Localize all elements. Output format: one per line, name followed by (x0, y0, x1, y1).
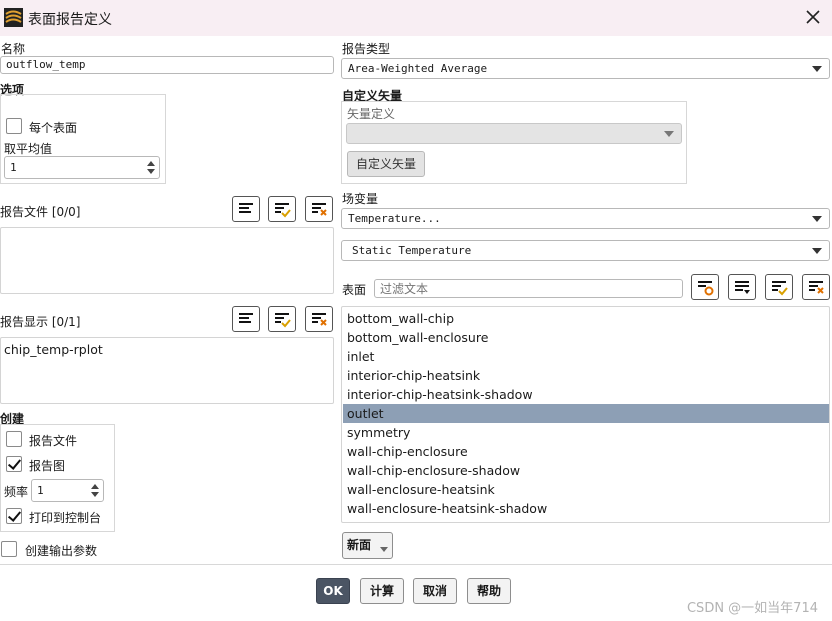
chevron-down-icon (664, 131, 674, 137)
list-item[interactable]: symmetry (343, 423, 829, 442)
report-plots-list[interactable]: chip_temp-rplot (0, 337, 334, 404)
select-all-icon (275, 203, 291, 218)
compute-button[interactable]: 计算 (360, 578, 404, 604)
surface-list[interactable]: bottom_wall-chip bottom_wall-enclosure inl… (341, 306, 830, 523)
average-over-label: 取平均值 (4, 142, 53, 156)
spin-down-icon[interactable] (147, 169, 155, 174)
report-type-value: Area-Weighted Average (348, 62, 488, 75)
list-dropdown-icon (735, 281, 750, 294)
new-surface-button[interactable]: 新面 (342, 532, 393, 559)
report-plots-list-button[interactable] (232, 306, 260, 332)
frequency-value: 1 (37, 484, 44, 497)
deselect-all-icon (312, 203, 327, 216)
list-item[interactable]: interior-chip-heatsink (343, 366, 829, 385)
report-file-label: 报告文件 (29, 434, 78, 448)
average-over-value: 1 (10, 161, 17, 174)
per-surface-label: 每个表面 (29, 121, 78, 135)
report-plots-label: 报告显示 [0/1] (0, 315, 81, 329)
report-plot-label: 报告图 (29, 459, 66, 473)
print-console-checkbox[interactable] (6, 508, 22, 524)
average-over-spinner[interactable]: 1 (4, 156, 160, 179)
surface-group-button[interactable] (728, 274, 756, 300)
list-item[interactable]: bottom_wall-chip (343, 309, 829, 328)
spin-down-icon[interactable] (91, 492, 99, 497)
list-item[interactable]: interior-chip-heatsink-shadow (343, 385, 829, 404)
frequency-spinner[interactable]: 1 (31, 479, 104, 502)
vector-def-dropdown[interactable] (346, 123, 682, 144)
chevron-down-icon (812, 248, 822, 254)
vector-def-label: 矢量定义 (347, 107, 396, 121)
chevron-down-icon (812, 66, 822, 72)
spin-up-icon[interactable] (91, 484, 99, 489)
report-type-dropdown[interactable]: Area-Weighted Average (341, 58, 830, 79)
deselect-all-icon (312, 313, 327, 326)
report-files-list-button[interactable] (232, 196, 260, 222)
list-item[interactable]: wall-enclosure-heatsink-shadow (343, 499, 829, 518)
help-button[interactable]: 帮助 (467, 578, 511, 604)
field-category-dropdown[interactable]: Temperature... (341, 208, 830, 229)
list-item[interactable]: bottom_wall-enclosure (343, 328, 829, 347)
select-all-icon (772, 281, 788, 296)
fluent-app-icon (4, 8, 23, 27)
report-plots-select-all-button[interactable] (268, 306, 296, 332)
close-icon[interactable] (804, 8, 822, 26)
chevron-down-icon (812, 216, 822, 222)
frequency-label: 频率 (4, 485, 29, 499)
print-console-label: 打印到控制台 (29, 511, 102, 525)
watermark: CSDN @一如当年714 (686, 601, 818, 616)
report-files-select-all-button[interactable] (268, 196, 296, 222)
surface-filter-input[interactable] (374, 279, 683, 298)
spin-up-icon[interactable] (147, 161, 155, 166)
create-output-param-label: 创建输出参数 (25, 544, 98, 558)
new-surface-label: 新面 (347, 538, 372, 552)
field-category-value: Temperature... (348, 212, 441, 225)
custom-vectors-button[interactable]: 自定义矢量 (347, 151, 425, 177)
footer-divider (0, 564, 832, 565)
list-item[interactable]: chip_temp-rplot (4, 342, 103, 357)
list-icon (239, 203, 253, 213)
report-files-list[interactable] (0, 227, 334, 294)
create-output-param-checkbox[interactable] (1, 541, 17, 557)
chevron-down-icon (380, 547, 388, 552)
title-bar: 表面报告定义 (0, 0, 832, 36)
ok-button[interactable]: OK (316, 578, 350, 604)
surfaces-label: 表面 (342, 283, 367, 297)
list-item[interactable]: inlet (343, 347, 829, 366)
deselect-all-icon (809, 281, 824, 294)
report-plot-checkbox[interactable] (6, 456, 22, 472)
cancel-button[interactable]: 取消 (413, 578, 457, 604)
report-files-deselect-all-button[interactable] (305, 196, 333, 222)
match-icon (698, 281, 714, 296)
surface-match-button[interactable] (691, 274, 719, 300)
field-variable-dropdown[interactable]: Static Temperature (341, 240, 830, 261)
window-title: 表面报告定义 (28, 12, 112, 28)
name-label: 名称 (1, 42, 26, 56)
list-item[interactable]: wall-chip-enclosure-shadow (343, 461, 829, 480)
field-variable-value: Static Temperature (352, 244, 472, 257)
surface-select-all-button[interactable] (765, 274, 793, 300)
field-variable-label: 场变量 (342, 192, 379, 206)
report-files-label: 报告文件 [0/0] (0, 205, 81, 219)
report-file-checkbox[interactable] (6, 431, 22, 447)
report-type-label: 报告类型 (342, 42, 391, 56)
list-icon (239, 313, 253, 323)
list-item[interactable]: wall-enclosure-heatsink (343, 480, 829, 499)
surface-deselect-all-button[interactable] (802, 274, 830, 300)
report-plots-deselect-all-button[interactable] (305, 306, 333, 332)
per-surface-checkbox[interactable] (6, 118, 22, 134)
list-item[interactable]: wall-chip-enclosure (343, 442, 829, 461)
list-item[interactable]: outlet (343, 404, 829, 423)
name-input[interactable]: outflow_temp (0, 56, 334, 74)
select-all-icon (275, 313, 291, 328)
